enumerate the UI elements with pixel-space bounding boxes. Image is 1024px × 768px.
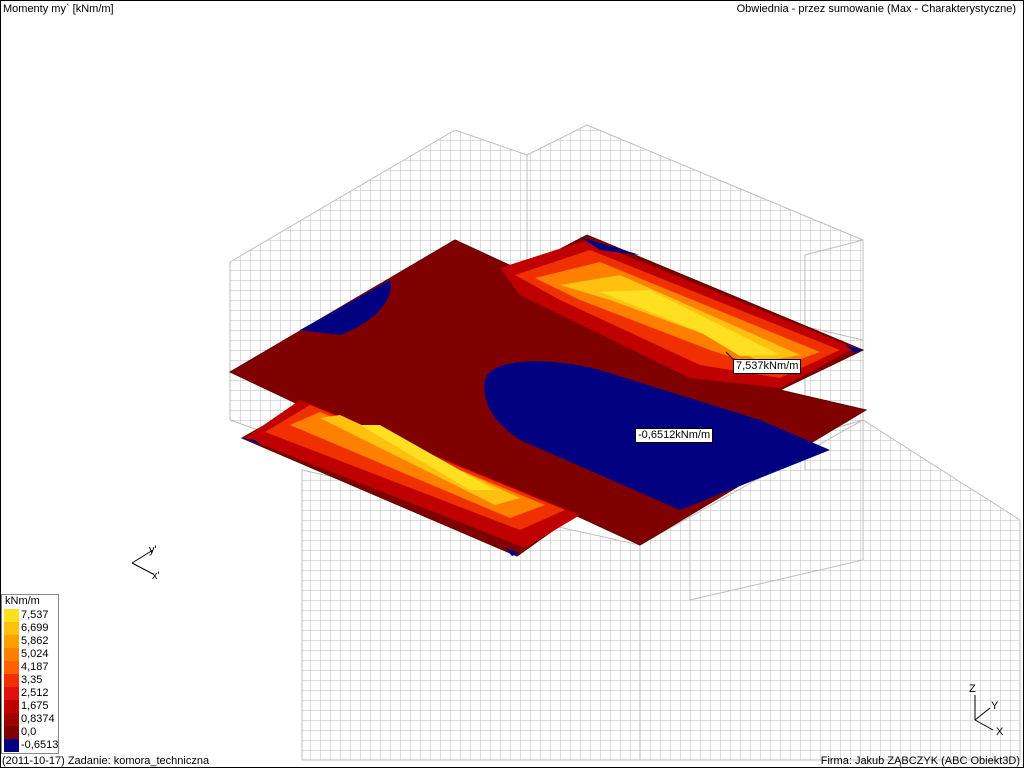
- legend-entry: 3,35: [2, 674, 58, 687]
- legend-swatch: [4, 700, 19, 713]
- legend-entry: 5,024: [2, 648, 58, 661]
- legend-label: 7,537: [21, 609, 49, 621]
- global-z-label: Z: [969, 683, 976, 695]
- legend-label: 0,8374: [21, 713, 55, 725]
- global-y-label: Y: [991, 700, 999, 712]
- envelope-title: Obwiednia - przez sumowanie (Max - Chara…: [736, 3, 1016, 15]
- legend-swatch: [4, 739, 19, 752]
- task-info: (2011-10-17) Zadanie: komora_techniczna: [2, 755, 210, 767]
- legend-entry: 0,0: [2, 726, 58, 739]
- min-value-label: -0,6512kNm/m: [635, 428, 714, 443]
- legend-swatch: [4, 687, 19, 700]
- local-y-label: y': [149, 544, 157, 556]
- legend-entry: 2,512: [2, 687, 58, 700]
- local-x-label: x': [152, 570, 160, 582]
- company-info: Firma: Jakub ZĄBCZYK (ABC Obiekt3D): [820, 755, 1020, 767]
- legend-swatch: [4, 713, 19, 726]
- model-viewport[interactable]: y' x' Z Y X: [0, 0, 1024, 768]
- legend-swatch: [4, 674, 19, 687]
- legend-entry: 5,862: [2, 635, 58, 648]
- legend-label: 5,862: [21, 635, 49, 647]
- legend-swatch: [4, 726, 19, 739]
- legend-unit: kNm/m: [5, 595, 40, 607]
- legend-label: 5,024: [21, 648, 49, 660]
- legend-entry: 1,675: [2, 700, 58, 713]
- legend-entry: 6,699: [2, 622, 58, 635]
- legend-swatch: [4, 661, 19, 674]
- legend-entry: 7,537: [2, 609, 58, 622]
- legend-label: 3,35: [21, 674, 43, 686]
- legend-entry: 4,187: [2, 661, 58, 674]
- legend-swatch: [4, 635, 19, 648]
- color-legend: kNm/m 7,537 6,699 5,862 5,024 4,187 3,35 2,512…: [1, 594, 59, 754]
- legend-label: 0,0: [21, 726, 37, 738]
- legend-label: 1,675: [21, 700, 49, 712]
- global-x-label: X: [996, 726, 1004, 738]
- result-title: Momenty my` [kNm/m]: [3, 3, 114, 15]
- legend-label: 4,187: [21, 661, 49, 673]
- legend-swatch: [4, 609, 19, 622]
- legend-label: 2,512: [21, 687, 49, 699]
- legend-label: 6,699: [21, 622, 49, 634]
- legend-swatch: [4, 648, 19, 661]
- legend-label: -0,6513: [21, 739, 59, 751]
- legend-entry: -0,6513: [2, 739, 58, 752]
- legend-entry: 0,8374: [2, 713, 58, 726]
- max-value-label: 7,537kNm/m: [733, 359, 802, 374]
- legend-swatch: [4, 622, 19, 635]
